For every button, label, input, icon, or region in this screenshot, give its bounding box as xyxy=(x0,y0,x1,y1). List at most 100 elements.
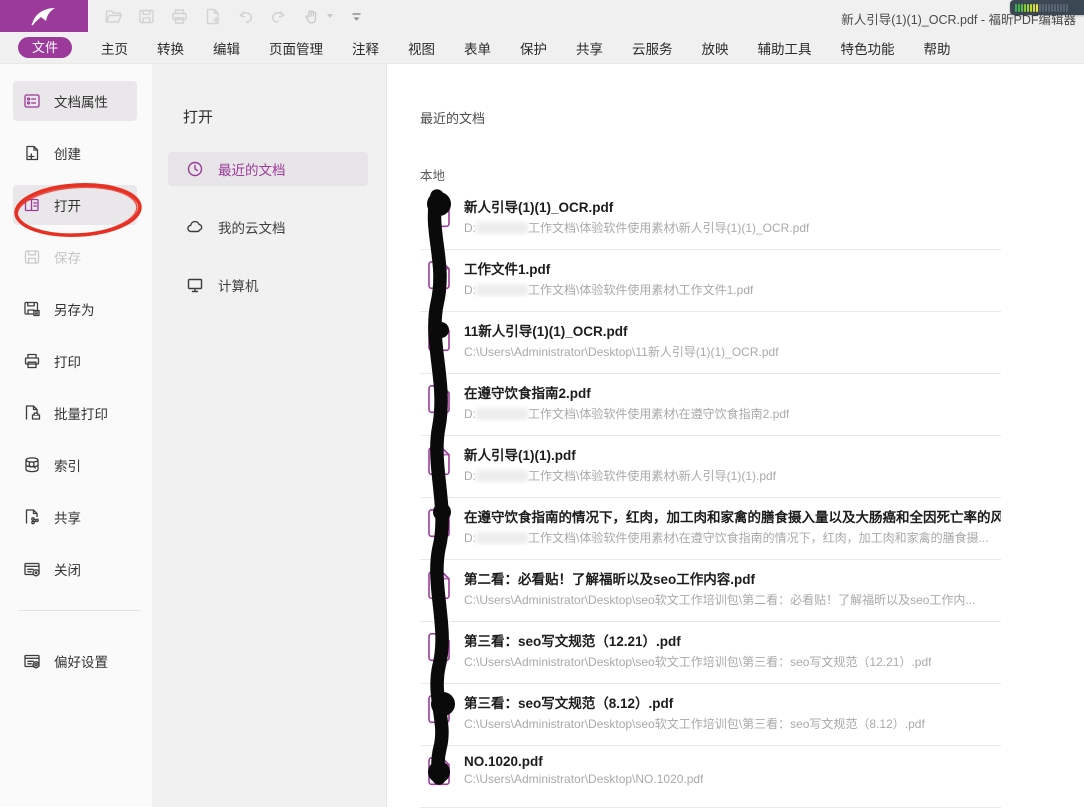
save-icon[interactable] xyxy=(136,6,156,26)
batch-print-icon xyxy=(22,403,42,423)
clock-icon xyxy=(185,159,205,179)
file-name: 第三看：seo写文规范（12.21）.pdf xyxy=(464,630,931,650)
pdf-file-icon xyxy=(427,322,451,352)
sidebar-item-print[interactable]: 打印 xyxy=(13,341,137,381)
sidebar-item-share[interactable]: 共享 xyxy=(13,497,137,537)
file-path: C:\Users\Administrator\Desktop\seo软文工作培训… xyxy=(464,591,975,608)
sidebar-item-label: 批量打印 xyxy=(54,403,108,423)
menu-item-convert[interactable]: 转换 xyxy=(157,38,184,58)
menu-item-accessibility[interactable]: 辅助工具 xyxy=(758,38,812,58)
sidebar-item-label: 关闭 xyxy=(54,559,81,579)
sidebar-item-create[interactable]: 创建 xyxy=(13,133,137,173)
file-path: C:\Users\Administrator\Desktop\NO.1020.p… xyxy=(464,772,703,786)
menu-item-home[interactable]: 主页 xyxy=(101,38,128,58)
file-name: NO.1020.pdf xyxy=(464,754,703,769)
open-panel-item-computer[interactable]: 计算机 xyxy=(168,268,368,302)
file-texts: 第二看：必看贴！了解福昕以及seo工作内容.pdf C:\Users\Admin… xyxy=(464,560,975,608)
print-icon[interactable] xyxy=(169,6,189,26)
cloud-icon xyxy=(185,217,205,237)
customize-toolbar-icon[interactable] xyxy=(346,6,366,26)
sidebar-item-preferences[interactable]: 偏好设置 xyxy=(13,641,137,681)
close-document-icon xyxy=(22,559,42,579)
sidebar-item-open[interactable]: 打开 xyxy=(13,185,137,225)
sidebar-item-save-as[interactable]: 另存为 xyxy=(13,289,137,329)
menu-item-page-management[interactable]: 页面管理 xyxy=(269,38,323,58)
index-database-icon xyxy=(22,455,42,475)
hand-tool-icon[interactable] xyxy=(301,6,321,26)
sidebar-item-batch-print[interactable]: 批量打印 xyxy=(13,393,137,433)
file-texts: 新人引导(1)(1).pdf D:工作文档\体验软件使用素材\新人引导(1)(1… xyxy=(464,436,776,484)
backstage-sidebar: 文档属性 创建 打开 保存 另存为 打印 xyxy=(0,64,152,807)
menu-item-protect[interactable]: 保护 xyxy=(520,38,547,58)
sidebar-item-label: 另存为 xyxy=(54,299,95,319)
recent-file-row[interactable]: NO.1020.pdf C:\Users\Administrator\Deskt… xyxy=(420,746,1001,808)
share-document-icon xyxy=(22,507,42,527)
menu-item-edit[interactable]: 编辑 xyxy=(213,38,240,58)
recent-file-row[interactable]: 新人引导(1)(1).pdf D:工作文档\体验软件使用素材\新人引导(1)(1… xyxy=(420,436,1001,498)
recent-file-row[interactable]: 在遵守饮食指南2.pdf D:工作文档\体验软件使用素材\在遵守饮食指南2.pd… xyxy=(420,374,1001,436)
sidebar-item-label: 打印 xyxy=(54,351,81,371)
recent-file-row[interactable]: 新人引导(1)(1)_OCR.pdf D:工作文档\体验软件使用素材\新人引导(… xyxy=(420,188,1001,250)
computer-icon xyxy=(185,275,205,295)
open-panel-item-label: 最近的文档 xyxy=(218,159,286,179)
menu-item-view[interactable]: 视图 xyxy=(408,38,435,58)
menu-item-help[interactable]: 帮助 xyxy=(924,38,951,58)
sidebar-item-close[interactable]: 关闭 xyxy=(13,549,137,589)
pdf-file-icon xyxy=(427,446,451,476)
sidebar-item-index[interactable]: 索引 xyxy=(13,445,137,485)
sidebar-item-label: 共享 xyxy=(54,507,81,527)
recent-file-row[interactable]: 第二看：必看贴！了解福昕以及seo工作内容.pdf C:\Users\Admin… xyxy=(420,560,1001,622)
foxit-logo xyxy=(0,0,88,32)
redacted-path-segment xyxy=(476,470,528,482)
open-document-icon xyxy=(22,195,42,215)
sidebar-item-label: 文档属性 xyxy=(54,91,108,111)
file-path: C:\Users\Administrator\Desktop\11新人引导(1)… xyxy=(464,343,779,360)
file-texts: NO.1020.pdf C:\Users\Administrator\Deskt… xyxy=(464,746,703,786)
preferences-icon xyxy=(22,651,42,671)
file-path: C:\Users\Administrator\Desktop\seo软文工作培训… xyxy=(464,653,931,670)
file-path: D:工作文档\体验软件使用素材\新人引导(1)(1)_OCR.pdf xyxy=(464,219,809,236)
recent-file-row[interactable]: 11新人引导(1)(1)_OCR.pdf C:\Users\Administra… xyxy=(420,312,1001,374)
redacted-path-segment xyxy=(476,284,528,296)
sidebar-item-document-properties[interactable]: 文档属性 xyxy=(13,81,137,121)
file-texts: 新人引导(1)(1)_OCR.pdf D:工作文档\体验软件使用素材\新人引导(… xyxy=(464,188,809,236)
foxit-pdf-editor-window: 新人引导(1)(1)_OCR.pdf - 福昕PDF编辑器 文件 主页 转换 编… xyxy=(0,0,1084,808)
quick-access-toolbar xyxy=(103,6,366,26)
file-name: 在遵守饮食指南2.pdf xyxy=(464,382,789,402)
recent-file-row[interactable]: 第三看：seo写文规范（12.21）.pdf C:\Users\Administ… xyxy=(420,622,1001,684)
file-texts: 在遵守饮食指南2.pdf D:工作文档\体验软件使用素材\在遵守饮食指南2.pd… xyxy=(464,374,789,422)
save-as-icon xyxy=(22,299,42,319)
redo-icon[interactable] xyxy=(268,6,288,26)
create-document-icon xyxy=(22,143,42,163)
open-folder-icon[interactable] xyxy=(103,6,123,26)
file-name: 在遵守饮食指南的情况下，红肉，加工肉和家禽的膳食摄入量以及大肠癌和全因死亡率的风… xyxy=(464,506,1001,526)
menu-item-share[interactable]: 共享 xyxy=(576,38,603,58)
open-panel: 打开 最近的文档 我的云文档 计算机 xyxy=(152,64,387,807)
pdf-file-icon xyxy=(427,570,451,600)
file-texts: 工作文件1.pdf D:工作文档\体验软件使用素材\工作文件1.pdf xyxy=(464,250,753,298)
undo-icon[interactable] xyxy=(235,6,255,26)
document-properties-icon xyxy=(22,91,42,111)
sidebar-item-label: 创建 xyxy=(54,143,81,163)
local-group-label: 本地 xyxy=(420,165,1084,184)
pdf-file-icon xyxy=(427,632,451,662)
menu-item-features[interactable]: 特色功能 xyxy=(841,38,895,58)
recent-file-row[interactable]: 工作文件1.pdf D:工作文档\体验软件使用素材\工作文件1.pdf xyxy=(420,250,1001,312)
menu-item-file[interactable]: 文件 xyxy=(18,37,72,58)
redacted-path-segment xyxy=(476,408,528,420)
recent-file-row[interactable]: 在遵守饮食指南的情况下，红肉，加工肉和家禽的膳食摄入量以及大肠癌和全因死亡率的风… xyxy=(420,498,1001,560)
file-name: 新人引导(1)(1).pdf xyxy=(464,444,776,464)
hand-tool-dropdown-caret[interactable] xyxy=(327,14,333,18)
menu-item-cloud[interactable]: 云服务 xyxy=(632,38,673,58)
menu-item-slideshow[interactable]: 放映 xyxy=(702,38,729,58)
recent-documents-title: 最近的文档 xyxy=(420,108,1084,127)
open-panel-item-recent-documents[interactable]: 最近的文档 xyxy=(168,152,368,186)
open-panel-item-my-cloud-documents[interactable]: 我的云文档 xyxy=(168,210,368,244)
recent-file-row[interactable]: 第三看：seo写文规范（8.12）.pdf C:\Users\Administr… xyxy=(420,684,1001,746)
sidebar-item-save: 保存 xyxy=(13,237,137,277)
menu-item-comment[interactable]: 注释 xyxy=(352,38,379,58)
menu-item-form[interactable]: 表单 xyxy=(464,38,491,58)
sidebar-item-label: 保存 xyxy=(54,247,81,267)
new-document-icon[interactable] xyxy=(202,6,222,26)
file-path: D:工作文档\体验软件使用素材\在遵守饮食指南的情况下，红肉，加工肉和家禽的膳食… xyxy=(464,529,1001,546)
